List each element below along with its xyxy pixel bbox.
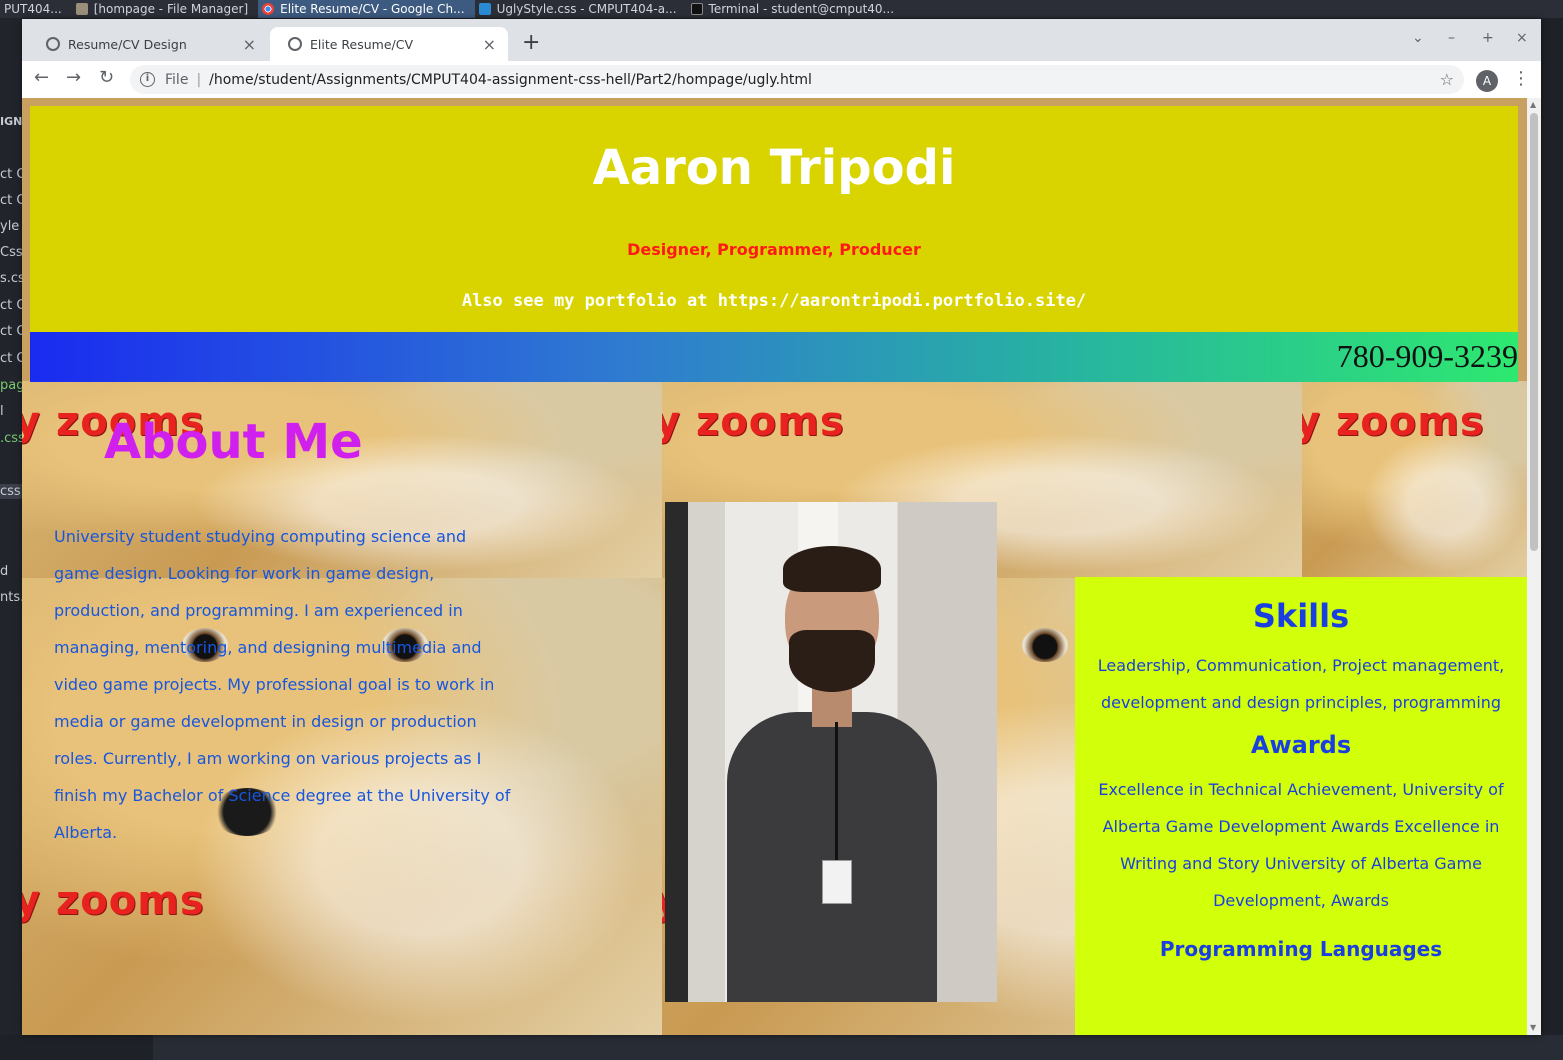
taskbar-item-label: Elite Resume/CV - Google Ch... [280, 2, 465, 16]
profile-photo [665, 502, 997, 1002]
background-zooms-text: y zooms [662, 399, 845, 445]
tab-elite-resume-cv[interactable]: Elite Resume/CV × [270, 27, 508, 61]
terminal-icon [690, 3, 703, 15]
close-window-icon[interactable]: × [1516, 30, 1528, 46]
skills-text: Leadership, Communication, Project manag… [1097, 656, 1505, 712]
scroll-up-icon[interactable]: ▲ [1530, 100, 1536, 109]
profile-avatar[interactable]: A [1476, 70, 1498, 92]
new-tab-button[interactable]: + [522, 30, 540, 55]
background-zooms-text: y zooms [22, 878, 205, 924]
taskbar-item-label: PUT404... [4, 2, 62, 16]
editor-line: .css [0, 431, 22, 446]
editor-line: d [0, 564, 9, 579]
page-title: Aaron Tripodi [592, 140, 956, 196]
folder-icon [75, 3, 88, 15]
skills-title: Skills [1252, 597, 1350, 635]
editor-line: ct G [0, 193, 22, 208]
awards-title: Awards [1250, 731, 1352, 759]
address-bar[interactable]: i File | /home/student/Assignments/CMPUT… [130, 65, 1464, 94]
editor-line: ct G [0, 167, 22, 182]
forward-arrow-icon[interactable]: → [66, 67, 81, 88]
taskbar-item-label: Terminal - student@cmput40... [708, 2, 895, 16]
editor-line: ct G [0, 324, 22, 339]
page-viewport: y zooms y zooms y zooms y zooms y zooms … [22, 98, 1527, 1035]
editor-line: Css. [0, 245, 22, 260]
chrome-icon [262, 3, 275, 15]
tab-label: Elite Resume/CV [310, 36, 414, 52]
desktop-taskbar: PUT404... [hompage - File Manager] Elite… [0, 0, 1563, 18]
scroll-down-icon[interactable]: ▼ [1530, 1023, 1536, 1032]
browser-window: Resume/CV Design × Elite Resume/CV × + ⌄… [22, 19, 1541, 1035]
separator: | [196, 71, 202, 88]
photo-id-badge [822, 860, 852, 904]
tagline: Designer, Programmer, Producer [627, 240, 921, 259]
tab-resume-cv-design[interactable]: Resume/CV Design × [28, 27, 268, 61]
editor-line: ct G [0, 298, 22, 313]
editor-line: IGN [0, 115, 22, 128]
info-icon[interactable]: i [140, 72, 155, 87]
back-arrow-icon[interactable]: ← [34, 67, 49, 88]
scheme-label: File [165, 71, 189, 88]
taskbar-item-label: UglyStyle.css - CMPUT404-a... [496, 2, 677, 16]
taskbar-item-terminal[interactable]: Terminal - student@cmput40... [687, 0, 904, 18]
photo-lanyard [835, 722, 838, 862]
url-text[interactable]: /home/student/Assignments/CMPUT404-assig… [209, 72, 812, 88]
maximize-icon[interactable]: + [1482, 30, 1494, 46]
vscode-icon [478, 3, 491, 15]
chevron-down-icon[interactable]: ⌄ [1412, 30, 1424, 46]
skills-panel: Skills Leadership, Communication, Projec… [1075, 577, 1527, 1035]
photo-shirt [727, 712, 937, 1002]
taskbar-item-file-manager[interactable]: [hompage - File Manager] [72, 0, 258, 18]
browser-toolbar: ← → ↻ i File | /home/student/Assignments… [22, 61, 1541, 98]
minimize-icon[interactable]: – [1448, 30, 1455, 46]
programming-languages-title: Programming Languages [1159, 937, 1443, 961]
background-tile: y zooms [1302, 381, 1527, 578]
editor-line: ct G [0, 351, 22, 366]
editor-line: yle [0, 219, 20, 234]
background-zooms-text: y zooms [1302, 399, 1485, 445]
tab-strip: Resume/CV Design × Elite Resume/CV × + ⌄… [22, 19, 1541, 61]
editor-line: s.cs [0, 271, 22, 286]
phone-number: 780-909-3239 [1336, 338, 1518, 374]
tab-label: Resume/CV Design [68, 36, 187, 52]
vertical-scrollbar[interactable]: ▲ ▼ [1527, 98, 1541, 1035]
photo-hair [783, 546, 881, 592]
kebab-menu-icon[interactable]: ⋮ [1512, 68, 1530, 89]
editor-line: css [0, 484, 22, 499]
taskbar-item-vscode[interactable]: UglyStyle.css - CMPUT404-a... [475, 0, 687, 18]
close-icon[interactable]: × [243, 35, 256, 54]
page-header: Aaron Tripodi Designer, Programmer, Prod… [30, 106, 1518, 332]
reload-icon[interactable]: ↻ [99, 67, 114, 88]
editor-line: pag [0, 378, 22, 393]
taskbar-item-editor[interactable]: PUT404... [0, 0, 72, 18]
taskbar-item-label: [hompage - File Manager] [93, 2, 249, 16]
awards-text: Excellence in Technical Achievement, Uni… [1098, 780, 1504, 910]
about-text: University student studying computing sc… [54, 527, 511, 842]
doge-eye [1022, 628, 1068, 662]
portfolio-text: Also see my portfolio at https://aarontr… [461, 291, 1087, 311]
close-icon[interactable]: × [483, 35, 496, 54]
background-editor-footer [0, 1035, 1563, 1060]
bookmark-star-icon[interactable]: ☆ [1440, 70, 1454, 89]
background-editor-sidebar: IGN ct G ct G yle Css. s.cs ct G ct G ct… [0, 18, 22, 1060]
globe-icon [46, 37, 60, 51]
editor-pane [153, 1035, 1563, 1060]
editor-line: l [0, 404, 4, 419]
globe-icon [288, 37, 302, 51]
photo-beard [789, 630, 875, 692]
about-title: About Me [104, 414, 363, 470]
phone-bar: 780-909-3239 [30, 332, 1518, 382]
scrollbar-thumb[interactable] [1530, 113, 1538, 551]
taskbar-item-chrome[interactable]: Elite Resume/CV - Google Ch... [258, 0, 475, 18]
editor-line: nts. [0, 590, 22, 605]
